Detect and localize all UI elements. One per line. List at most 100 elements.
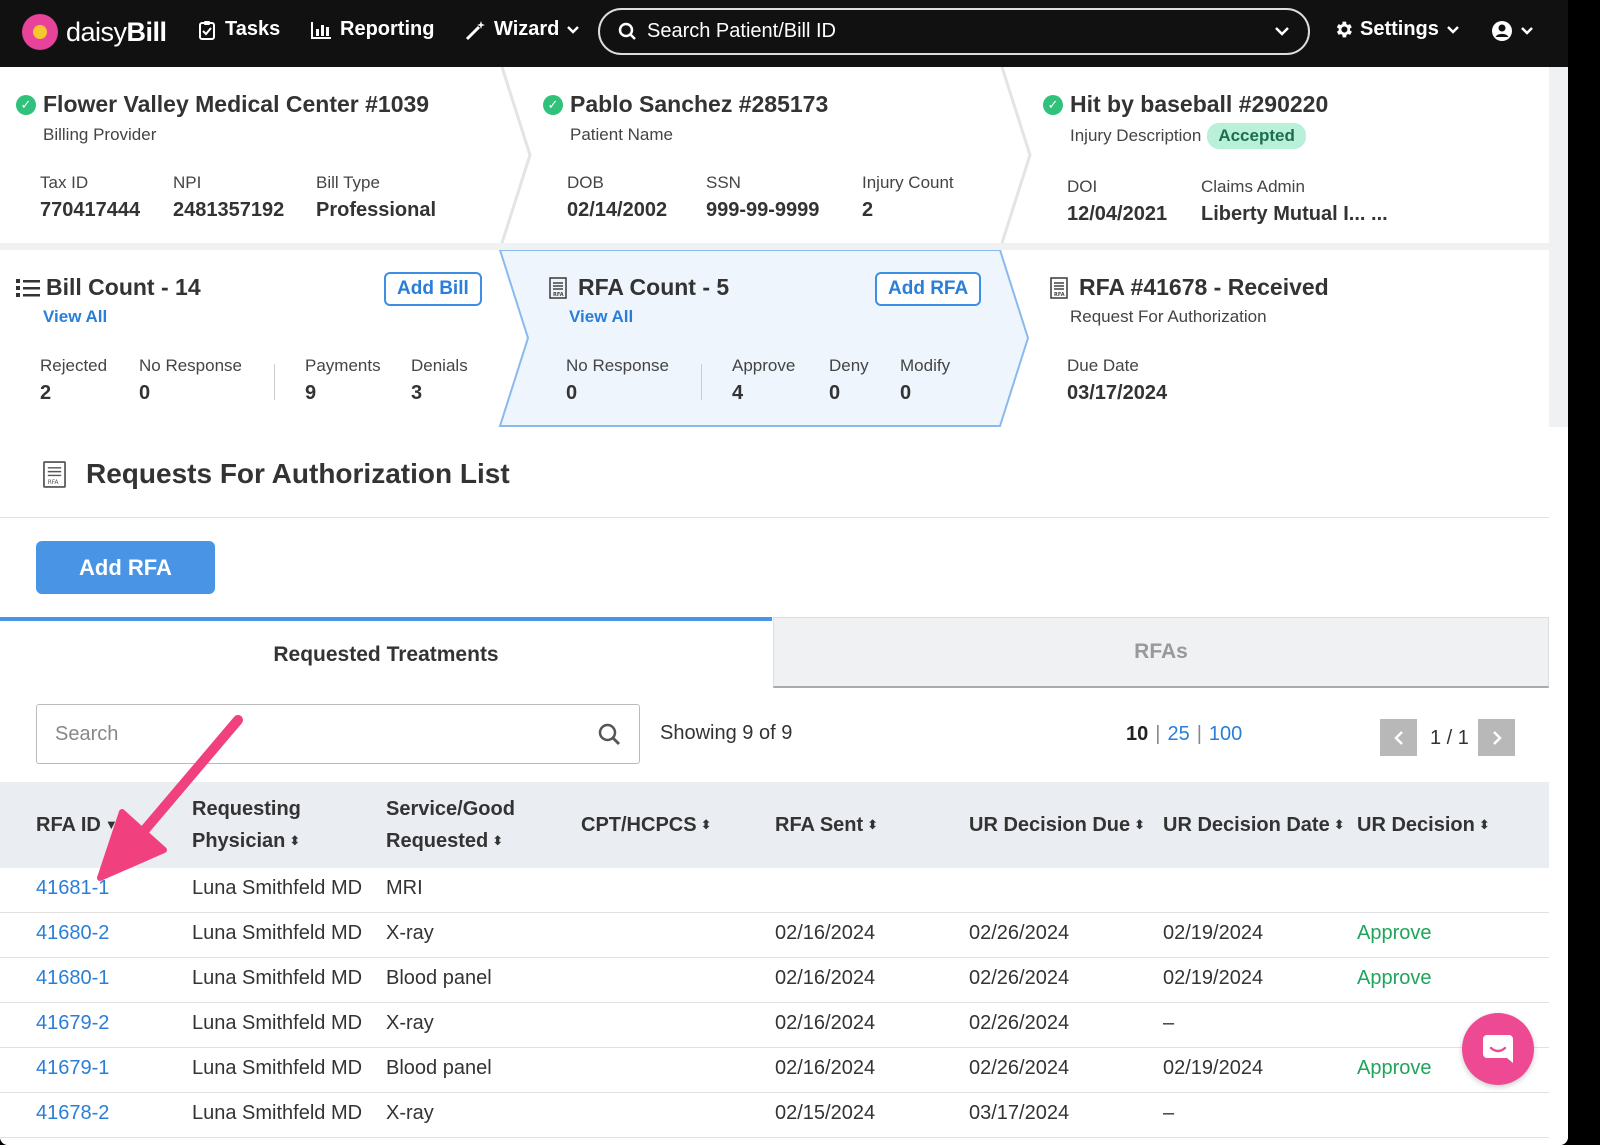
add-bill-button[interactable]: Add Bill (384, 272, 482, 306)
nav-user-menu[interactable] (1491, 20, 1534, 42)
nav-settings-label: Settings (1360, 18, 1439, 40)
page-size-100[interactable]: 100 (1209, 723, 1242, 746)
table-row: 41680-1 Luna Smithfeld MD Blood panel 02… (0, 958, 1549, 1003)
ur-date-cell: – (1163, 1012, 1175, 1034)
search-icon[interactable] (598, 723, 621, 746)
bill-type-value: Professional (316, 199, 437, 221)
next-page-button[interactable] (1478, 719, 1515, 756)
table-row: 41679-2 Luna Smithfeld MD X-ray 02/16/20… (0, 1003, 1549, 1048)
rfa-sent-cell: 02/16/2024 (775, 967, 876, 989)
add-rfa-button[interactable]: Add RFA (36, 541, 215, 594)
chevron-right-icon (1492, 730, 1502, 745)
col-ur-due-label: UR Decision Due (969, 814, 1131, 836)
rfa-id-link[interactable]: 41679-2 (36, 1012, 109, 1035)
ur-date-cell: 02/19/2024 (1163, 1057, 1264, 1079)
ur-due-cell: 02/26/2024 (969, 922, 1070, 944)
ur-due-cell: 02/26/2024 (969, 967, 1070, 989)
ur-date-cell: 02/19/2024 (1163, 922, 1264, 944)
injury-title[interactable]: ✓ Hit by baseball #290220 (1043, 91, 1328, 118)
col-rfa-id[interactable]: RFA ID ▼ (36, 809, 118, 841)
rfa-id-link[interactable]: 41678-2 (36, 1102, 109, 1125)
rfa-id-link[interactable]: 41680-2 (36, 922, 109, 945)
bill-count-text: Bill Count - 14 (46, 274, 201, 300)
nav-tasks[interactable]: Tasks (198, 18, 280, 41)
col-cpt-label: CPT/HCPCS (581, 814, 697, 836)
page-size-10[interactable]: 10 (1126, 723, 1148, 746)
physician-cell: Luna Smithfeld MD (192, 877, 363, 899)
top-navbar: daisyBill Tasks Reporting Wizard Setting… (0, 0, 1568, 67)
table-row: 41678-2 Luna Smithfeld MD X-ray 02/15/20… (0, 1093, 1549, 1138)
sort-icon: ⬍ (289, 833, 301, 848)
modify-label: Modify (900, 356, 951, 375)
bills-view-all-link[interactable]: View All (43, 307, 107, 327)
col-ur-decision[interactable]: UR Decision ⬍ (1357, 809, 1490, 841)
rfa-id-link[interactable]: 41680-1 (36, 967, 109, 990)
rfa-sent-cell: 02/15/2024 (775, 1102, 876, 1124)
bill-no-response-value: 0 (139, 382, 151, 404)
page-size-25[interactable]: 25 (1167, 723, 1189, 746)
nav-settings[interactable]: Settings (1333, 18, 1460, 41)
tab-requested-treatments[interactable]: Requested Treatments (0, 617, 772, 688)
add-rfa-card-button[interactable]: Add RFA (875, 272, 982, 306)
check-circle-icon: ✓ (543, 94, 563, 115)
showing-count: Showing 9 of 9 (660, 722, 793, 744)
bill-type-label: Bill Type (316, 173, 380, 192)
service-cell: X-ray (386, 1012, 434, 1034)
sort-icon: ⬍ (1333, 817, 1345, 832)
ur-decision-cell: Approve (1357, 922, 1432, 944)
patient-bill-search-input[interactable] (647, 20, 1274, 43)
daisybill-logo[interactable]: daisyBill (22, 14, 167, 50)
chevron-left-icon (1393, 730, 1403, 745)
rfa-no-response-value: 0 (566, 382, 578, 404)
patient-title[interactable]: ✓ Pablo Sanchez #285173 (543, 91, 828, 118)
col-service[interactable]: Service/Good Requested ⬍ (386, 794, 515, 857)
col-rfa-sent[interactable]: RFA Sent ⬍ (775, 809, 878, 841)
provider-subtitle: Billing Provider (43, 125, 157, 144)
bill-no-response-label: No Response (139, 356, 243, 375)
daisy-flower-icon (22, 14, 58, 50)
chevron-separator (1000, 67, 1032, 243)
patient-bill-search[interactable] (598, 8, 1310, 55)
col-ur-date[interactable]: UR Decision Date ⬍ (1163, 809, 1345, 841)
bill-count-title: Bill Count - 14 (16, 274, 201, 301)
table-search[interactable] (36, 704, 640, 764)
rfa-sent-cell: 02/16/2024 (775, 1012, 876, 1034)
tab-rfas[interactable]: RFAs (773, 617, 1549, 688)
rfa-detail-title[interactable]: RFA RFA #41678 - Received (1050, 274, 1329, 301)
table-row: 41681-1 Luna Smithfeld MD MRI (0, 868, 1549, 913)
approve-value: 4 (732, 382, 744, 404)
table-header: RFA ID ▼ Requesting Physician ⬍ Service/Goo… (0, 782, 1549, 868)
tax-id-value: 770417444 (40, 199, 141, 221)
npi-value: 2481357192 (173, 199, 285, 221)
search-icon (618, 22, 636, 40)
col-physician[interactable]: Requesting Physician ⬍ (192, 794, 301, 857)
rfa-id-link[interactable]: 41681-1 (36, 877, 109, 900)
rfa-id-link[interactable]: 41679-1 (36, 1057, 109, 1080)
chevron-down-icon (1521, 27, 1533, 35)
provider-title[interactable]: ✓ Flower Valley Medical Center #1039 (16, 91, 429, 118)
chat-launcher-button[interactable] (1462, 1013, 1534, 1085)
divider: | (1155, 723, 1161, 745)
table-search-input[interactable] (55, 722, 598, 746)
sort-icon: ⬍ (492, 833, 504, 848)
col-ur-date-label: UR Decision Date (1163, 814, 1330, 836)
col-cpt[interactable]: CPT/HCPCS ⬍ (581, 809, 711, 841)
nav-wizard[interactable]: Wizard (465, 18, 580, 41)
doi-label: DOI (1067, 177, 1098, 196)
col-ur-decision-label: UR Decision (1357, 814, 1475, 836)
col-physician-label-1: Requesting (192, 798, 301, 820)
status-badge: Accepted (1207, 123, 1306, 149)
col-ur-due[interactable]: UR Decision Due ⬍ (969, 809, 1145, 841)
rfas-view-all-link[interactable]: View All (569, 307, 633, 327)
list-icon (16, 278, 40, 297)
prev-page-button[interactable] (1380, 719, 1417, 756)
nav-reporting[interactable]: Reporting (311, 18, 434, 41)
ur-decision-cell: Approve (1357, 1057, 1432, 1079)
physician-cell: Luna Smithfeld MD (192, 1012, 363, 1034)
payments-label: Payments (305, 356, 381, 375)
physician-cell: Luna Smithfeld MD (192, 1102, 363, 1124)
rfa-count-text: RFA Count - 5 (578, 274, 730, 300)
chevron-down-icon[interactable] (1274, 26, 1290, 37)
deny-value: 0 (829, 382, 841, 404)
physician-cell: Luna Smithfeld MD (192, 922, 363, 944)
